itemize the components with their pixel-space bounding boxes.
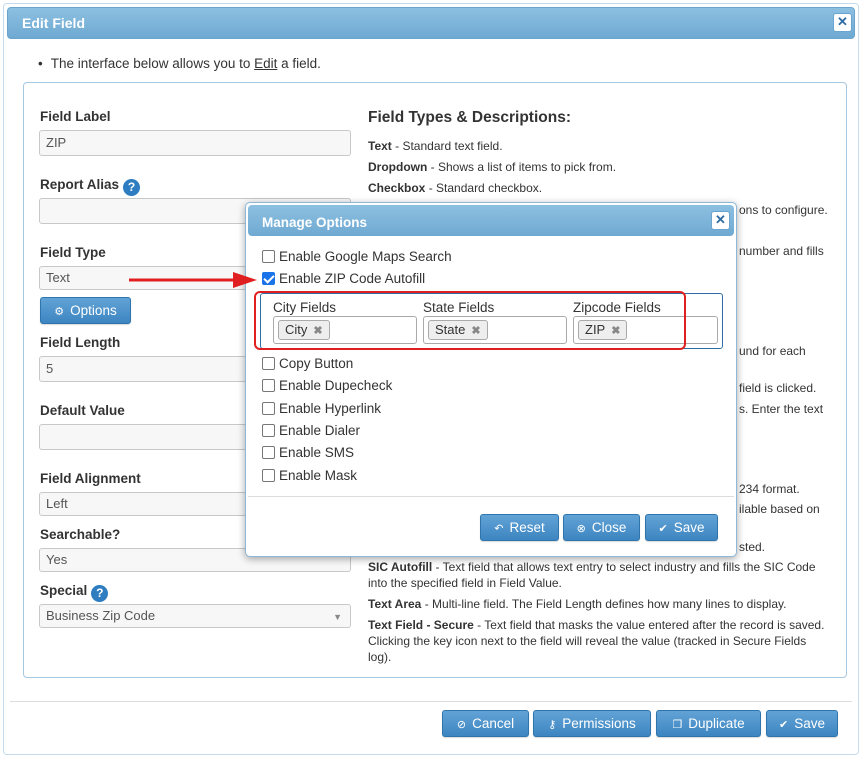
option-sms[interactable]: Enable SMS <box>262 445 354 460</box>
duplicate-button[interactable]: ❐ Duplicate <box>656 710 761 737</box>
close-icon[interactable]: ✕ <box>711 211 730 230</box>
checkbox[interactable] <box>262 357 275 370</box>
desc-text-area: Text Area - Multi-line field. The Field … <box>368 597 787 611</box>
desc-fragment: number and fills <box>739 244 824 258</box>
option-label: Enable Hyperlink <box>279 401 382 416</box>
help-icon[interactable]: ? <box>91 585 109 602</box>
intro-pre: The interface below allows you to <box>50 56 251 71</box>
option-hyperlink[interactable]: Enable Hyperlink <box>262 401 381 416</box>
searchable-label: Searchable? <box>40 527 121 542</box>
checkbox[interactable] <box>262 250 275 263</box>
duplicate-label: Duplicate <box>688 716 745 731</box>
gear-icon: ⚙ <box>54 306 65 318</box>
option-label: Enable SMS <box>279 445 355 460</box>
cancel-label: Cancel <box>472 716 515 731</box>
field-length-label: Field Length <box>40 335 121 350</box>
modal-divider <box>248 496 734 497</box>
field-label-input[interactable]: ZIP <box>39 130 351 156</box>
bullet: • <box>38 56 43 71</box>
edit-link[interactable]: Edit <box>254 56 277 71</box>
checkbox[interactable] <box>262 446 275 459</box>
chevron-down-icon: ▼ <box>333 612 342 622</box>
desc-fragment: s. Enter the text <box>739 402 824 416</box>
save-label: Save <box>673 520 705 535</box>
cancel-icon: ⊘ <box>456 719 467 731</box>
special-text: Special <box>40 583 88 598</box>
desc-fragment: 234 format. <box>739 482 800 496</box>
reset-label: Reset <box>509 520 545 535</box>
option-dupecheck[interactable]: Enable Dupecheck <box>262 378 392 393</box>
permissions-label: Permissions <box>562 716 636 731</box>
special-label: Special? <box>40 583 109 602</box>
help-icon[interactable]: ? <box>123 179 141 196</box>
intro-post: a field. <box>281 56 321 71</box>
checkbox[interactable] <box>262 469 275 482</box>
option-copy-button[interactable]: Copy Button <box>262 356 353 371</box>
field-alignment-label: Field Alignment <box>40 471 141 486</box>
desc-dropdown: Dropdown - Shows a list of items to pick… <box>368 160 617 174</box>
checkbox[interactable] <box>262 402 275 415</box>
check-circle-icon: ✔ <box>779 719 789 731</box>
option-label: Enable Dialer <box>279 423 361 438</box>
special-select[interactable]: Business Zip Code ▼ <box>39 604 351 628</box>
permissions-button[interactable]: ⚷ Permissions <box>533 710 651 737</box>
close-label: Close <box>591 520 627 535</box>
report-alias-text: Report Alias <box>40 177 120 192</box>
checkbox[interactable] <box>262 379 275 392</box>
modal-save-button[interactable]: ✔ Save <box>645 514 718 541</box>
save-button[interactable]: ✔ Save <box>766 710 838 737</box>
option-label: Enable Dupecheck <box>279 378 393 393</box>
annotation-outline <box>254 291 686 350</box>
close-circle-icon: ⊗ <box>576 523 586 535</box>
desc-fragment: ilable based on <box>739 502 820 516</box>
desc-text: Text - Standard text field. <box>368 139 503 153</box>
dialog-titlebar: Edit Field <box>7 7 855 39</box>
option-label: Enable ZIP Code Autofill <box>279 271 426 286</box>
desc-fragment: und for each <box>739 344 806 358</box>
descriptions-title: Field Types & Descriptions: <box>368 109 571 126</box>
check-circle-icon: ✔ <box>658 523 668 535</box>
special-value: Business Zip Code <box>46 608 156 623</box>
options-button[interactable]: ⚙ Options <box>40 297 131 324</box>
field-label-label: Field Label <box>40 109 111 124</box>
save-label: Save <box>794 716 825 731</box>
default-value-label: Default Value <box>40 403 125 418</box>
annotation-arrow-icon <box>129 272 257 288</box>
option-label: Enable Mask <box>279 468 358 483</box>
desc-sic-autofill: SIC Autofill - Text field that allows te… <box>368 560 816 590</box>
modal-titlebar: Manage Options <box>248 205 734 236</box>
close-button[interactable]: ⊗ Close <box>563 514 640 541</box>
desc-text-secure: Text Field - Secure - Text field that ma… <box>368 618 825 664</box>
desc-fragment: field is clicked. <box>739 381 817 395</box>
report-alias-label: Report Alias? <box>40 177 141 196</box>
desc-fragment: sted. <box>739 540 766 554</box>
option-zip-autofill[interactable]: Enable ZIP Code Autofill <box>262 271 425 286</box>
close-icon[interactable]: ✕ <box>833 13 852 32</box>
undo-icon: ↶ <box>494 523 504 535</box>
key-icon: ⚷ <box>548 719 557 731</box>
option-mask[interactable]: Enable Mask <box>262 468 357 483</box>
intro-text: • The interface below allows you to Edit … <box>38 56 321 71</box>
option-label: Copy Button <box>279 356 354 371</box>
manage-options-modal: Manage Options ✕ Enable Google Maps Sear… <box>245 202 737 557</box>
option-label: Enable Google Maps Search <box>279 249 452 264</box>
cancel-button[interactable]: ⊘ Cancel <box>442 710 529 737</box>
desc-fragment: ons to configure. <box>739 203 828 217</box>
footer-divider <box>10 701 852 702</box>
modal-title: Manage Options <box>262 215 368 230</box>
reset-button[interactable]: ↶ Reset <box>480 514 559 541</box>
option-dialer[interactable]: Enable Dialer <box>262 423 360 438</box>
options-button-label: Options <box>70 303 117 318</box>
checkbox[interactable] <box>262 424 275 437</box>
desc-checkbox: Checkbox - Standard checkbox. <box>368 181 543 195</box>
dialog-title: Edit Field <box>22 15 85 31</box>
copy-icon: ❐ <box>672 719 683 731</box>
option-google-maps[interactable]: Enable Google Maps Search <box>262 249 452 264</box>
field-type-label: Field Type <box>40 245 106 260</box>
